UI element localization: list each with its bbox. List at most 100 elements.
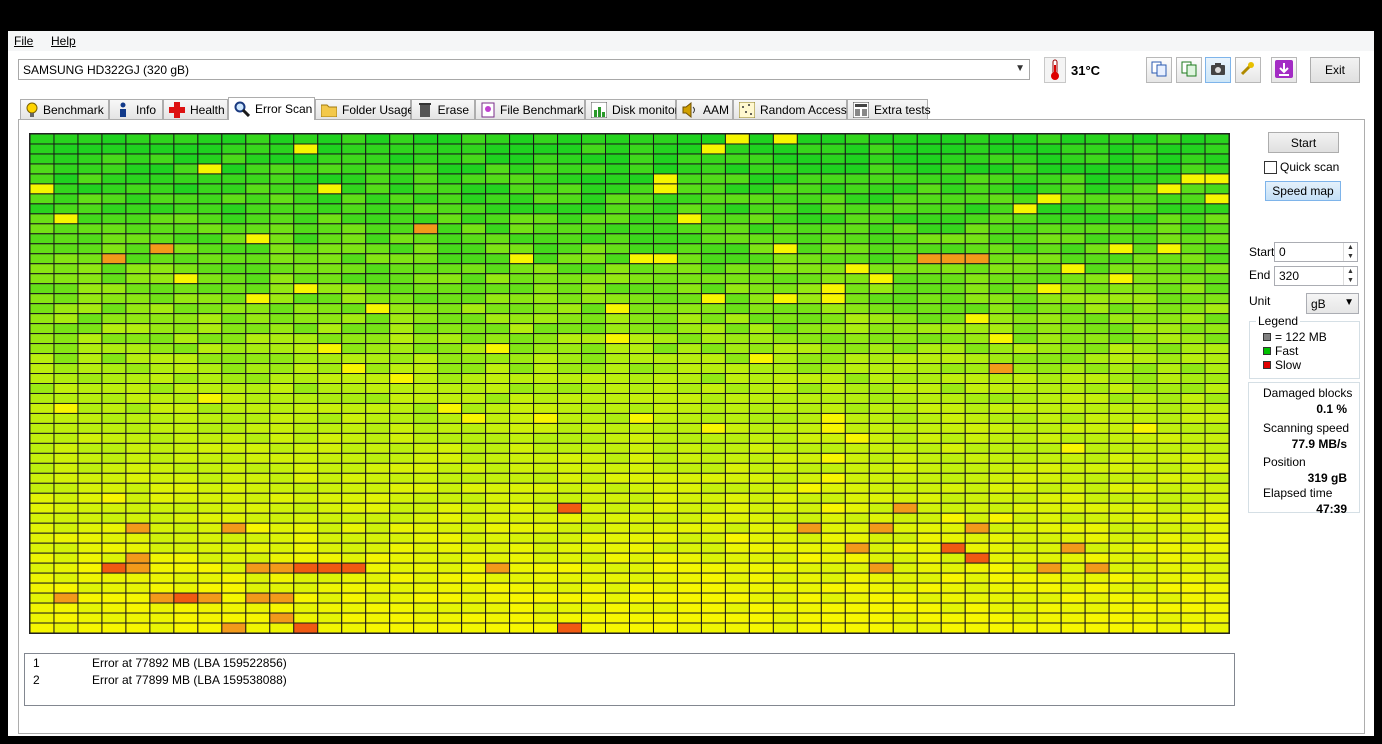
scan-block — [1036, 273, 1062, 285]
scan-block — [748, 273, 774, 285]
scan-block — [1084, 203, 1110, 215]
scan-block — [820, 482, 846, 494]
scan-block — [629, 323, 654, 335]
quick-scan-checkbox[interactable]: Quick scan — [1264, 160, 1339, 174]
scan-block — [557, 472, 583, 484]
scan-block — [940, 612, 966, 624]
scan-block — [1204, 452, 1229, 464]
unit-select[interactable]: gB ▼ — [1306, 293, 1359, 314]
scan-block — [724, 173, 750, 185]
scan-block — [1156, 562, 1182, 574]
scan-block — [557, 452, 583, 464]
scan-block — [581, 193, 607, 205]
scan-block — [844, 153, 870, 165]
scan-block — [509, 233, 535, 245]
scan-block — [652, 452, 678, 464]
checkbox-box[interactable] — [1264, 160, 1277, 174]
scan-block — [748, 203, 774, 215]
menu-help[interactable]: Help — [51, 34, 76, 48]
error-log-list[interactable]: 1 Error at 77892 MB (LBA 159522856) 2 Er… — [24, 653, 1235, 706]
scan-block — [652, 223, 678, 235]
scan-block — [1108, 502, 1134, 514]
drive-select[interactable]: SAMSUNG HD322GJ (320 gB) ▼ — [18, 59, 1030, 80]
end-spinbox[interactable]: 320 ▲ ▼ — [1274, 266, 1358, 286]
scan-block — [772, 422, 798, 434]
scan-block — [221, 562, 247, 574]
start-button[interactable]: Start — [1268, 132, 1339, 153]
scan-block — [341, 293, 367, 305]
scan-block — [1132, 552, 1158, 564]
scan-block — [341, 183, 367, 195]
scan-block — [820, 542, 846, 554]
tab-file-benchmark[interactable]: File Benchmark — [475, 99, 585, 119]
scan-block — [1108, 243, 1134, 255]
scan-block — [389, 612, 415, 624]
scan-block — [1108, 402, 1134, 414]
scan-block — [509, 223, 535, 235]
tab-info[interactable]: Info — [109, 99, 163, 119]
scan-block — [772, 432, 798, 444]
scan-block — [1180, 552, 1206, 564]
scan-block — [796, 363, 822, 375]
tab-extra-tests[interactable]: Extra tests — [847, 99, 931, 119]
scan-block — [149, 134, 175, 145]
scan-block — [1156, 203, 1182, 215]
tab-aam[interactable]: AAM — [676, 99, 733, 119]
scan-block — [676, 243, 702, 255]
scan-block — [796, 373, 822, 385]
scan-block — [1204, 422, 1229, 434]
scan-block — [485, 502, 511, 514]
scan-block — [916, 472, 942, 484]
scan-block — [413, 622, 439, 633]
scan-block — [1156, 283, 1182, 295]
scan-block — [916, 183, 942, 195]
scan-block — [101, 323, 127, 335]
scan-block — [652, 143, 678, 155]
scan-block — [676, 572, 702, 584]
speed-map-button[interactable]: Speed map — [1265, 181, 1341, 201]
exit-button[interactable]: Exit — [1310, 57, 1360, 83]
scan-block — [820, 502, 846, 514]
scan-block — [581, 522, 607, 534]
menu-file[interactable]: File — [14, 34, 33, 48]
save-button[interactable] — [1271, 57, 1297, 83]
scan-block — [916, 502, 942, 514]
tab-benchmark[interactable]: Benchmark — [20, 99, 109, 119]
spin-arrows-icon[interactable]: ▲ ▼ — [1343, 267, 1357, 285]
scan-block — [461, 143, 487, 155]
copy-info-button[interactable] — [1176, 57, 1202, 83]
scan-block — [1204, 273, 1229, 285]
copy-text-button[interactable] — [1146, 57, 1172, 83]
scan-block — [317, 452, 343, 464]
tab-random-access[interactable]: Random Access — [733, 99, 847, 119]
tab-disk-monitor[interactable]: Disk monitor — [585, 99, 679, 119]
scan-block — [173, 233, 199, 245]
scan-block — [125, 472, 151, 484]
scan-block — [341, 562, 367, 574]
scan-block — [173, 183, 199, 195]
screenshot-button[interactable] — [1205, 57, 1231, 83]
tab-health[interactable]: Health — [163, 99, 228, 119]
scan-block — [30, 343, 55, 355]
start-spinbox[interactable]: 0 ▲ ▼ — [1274, 242, 1358, 262]
options-button[interactable] — [1235, 57, 1261, 83]
scan-block — [1204, 392, 1229, 404]
scan-block — [221, 383, 247, 394]
scan-block — [1132, 323, 1158, 335]
scan-block — [629, 502, 654, 514]
tab-error-scan[interactable]: Error Scan — [228, 97, 315, 120]
tab-folder-usage[interactable]: Folder Usage — [315, 99, 414, 119]
chevron-down-icon: ▼ — [1344, 297, 1354, 308]
scan-block — [1060, 173, 1086, 185]
scan-block — [1132, 363, 1158, 375]
scan-block — [461, 193, 487, 205]
spin-arrows-icon[interactable]: ▲ ▼ — [1343, 243, 1357, 261]
scan-block — [341, 542, 367, 554]
scan-block — [868, 522, 894, 534]
scan-block — [1036, 193, 1062, 205]
scan-block — [724, 422, 750, 434]
scan-block — [629, 622, 654, 633]
scan-block — [365, 492, 391, 504]
tab-erase[interactable]: Erase — [411, 99, 475, 119]
scan-block — [1060, 243, 1086, 255]
